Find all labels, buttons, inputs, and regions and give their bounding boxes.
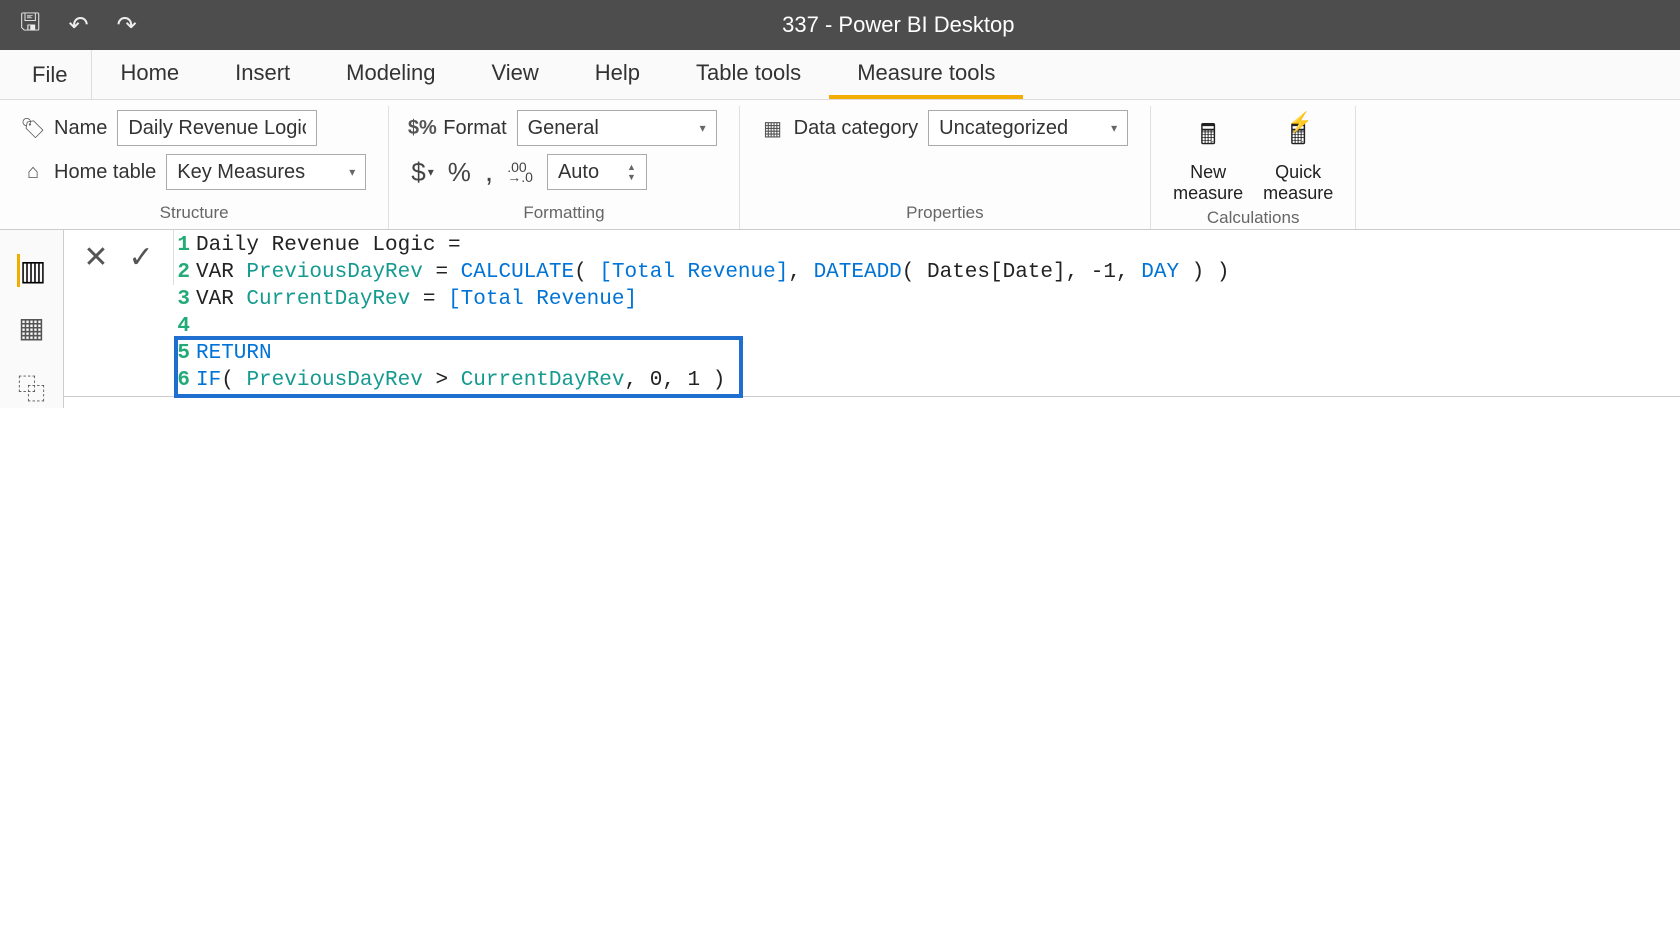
tab-modeling[interactable]: Modeling <box>318 50 463 99</box>
file-tab[interactable]: File <box>8 50 92 99</box>
new-measure-label: New measure <box>1173 162 1243 204</box>
home-table-value: Key Measures <box>177 161 305 184</box>
quick-measure-label: Quick measure <box>1263 162 1333 204</box>
data-category-label: Data category <box>794 117 919 140</box>
group-title-structure: Structure <box>22 199 366 229</box>
data-category-value: Uncategorized <box>939 117 1068 140</box>
group-properties: ▦ Data category Uncategorized ▾ Properti… <box>740 106 1152 229</box>
ribbon-tab-strip: File Home Insert Modeling View Help Tabl… <box>0 50 1680 100</box>
decimals-select[interactable]: Auto ▲ ▼ <box>547 154 647 190</box>
group-title-formatting: Formatting <box>411 199 716 229</box>
currency-button[interactable]: $▾ <box>411 157 434 188</box>
redo-icon[interactable]: ↷ <box>117 11 137 40</box>
caret-up-icon: ▲ <box>627 162 636 172</box>
model-view-icon[interactable]: ⿻ <box>17 368 45 408</box>
chevron-down-icon: ▾ <box>1111 121 1117 135</box>
tab-home[interactable]: Home <box>92 50 207 99</box>
decimals-value: Auto <box>558 161 599 184</box>
calculator-icon: 🖩 <box>1200 114 1217 162</box>
tab-help[interactable]: Help <box>567 50 668 99</box>
home-table-select[interactable]: Key Measures ▾ <box>166 154 366 190</box>
view-rail: ▥ ▦ ⿻ <box>0 230 64 408</box>
home-icon: ⌂ <box>22 161 44 183</box>
data-view-icon[interactable]: ▦ <box>18 311 44 344</box>
commit-icon[interactable]: ✓ <box>129 240 154 275</box>
format-icon: $% <box>411 117 433 139</box>
format-select[interactable]: General ▾ <box>517 110 717 146</box>
group-formatting: $% Format General ▾ $▾ % , .00→.0 Auto ▲ <box>389 106 739 229</box>
group-title-properties: Properties <box>762 199 1129 229</box>
ribbon: 🏷 Name ⌂ Home table Key Measures ▾ Struc… <box>0 100 1680 230</box>
chevron-down-icon: ▾ <box>700 121 706 135</box>
report-canvas: Us 11/10/2017 21/03/2018 State AlabamaAr… <box>64 397 1680 408</box>
window-title: 337 - Power BI Desktop <box>137 12 1660 38</box>
format-label: Format <box>443 117 506 140</box>
tab-insert[interactable]: Insert <box>207 50 318 99</box>
percent-button[interactable]: % <box>448 157 471 188</box>
caret-down-icon: ▼ <box>627 172 636 182</box>
save-icon[interactable]: 🖫 <box>20 5 40 46</box>
chevron-down-icon: ▾ <box>349 165 355 179</box>
quick-measure-button[interactable]: 🖩⚡ Quick measure <box>1263 110 1333 204</box>
calculator-lightning-icon: 🖩⚡ <box>1290 114 1307 162</box>
new-measure-button[interactable]: 🖩 New measure <box>1173 110 1243 204</box>
thousands-button[interactable]: , <box>485 155 493 189</box>
cancel-icon[interactable]: ✕ <box>83 240 108 275</box>
group-calculations: 🖩 New measure 🖩⚡ Quick measure Calculati… <box>1151 106 1356 229</box>
report-view-icon[interactable]: ▥ <box>17 254 46 287</box>
name-label: Name <box>54 117 107 140</box>
tag-icon: 🏷 <box>22 117 44 139</box>
group-structure: 🏷 Name ⌂ Home table Key Measures ▾ Struc… <box>0 106 389 229</box>
decimal-buttons[interactable]: .00→.0 <box>507 162 533 182</box>
tab-measure-tools[interactable]: Measure tools <box>829 50 1023 99</box>
tab-view[interactable]: View <box>463 50 566 99</box>
undo-icon[interactable]: ↶ <box>68 11 88 40</box>
category-icon: ▦ <box>762 117 784 139</box>
hometable-label: Home table <box>54 161 156 184</box>
title-bar: 🖫 ↶ ↷ 337 - Power BI Desktop <box>0 0 1680 50</box>
format-value: General <box>528 117 599 140</box>
data-category-select[interactable]: Uncategorized ▾ <box>928 110 1128 146</box>
tab-table-tools[interactable]: Table tools <box>668 50 829 99</box>
formula-bar: ✕ ✓ 1Daily Revenue Logic =2VAR PreviousD… <box>64 230 1680 397</box>
dax-editor[interactable]: 1Daily Revenue Logic =2VAR PreviousDayRe… <box>174 230 1680 396</box>
measure-name-input[interactable] <box>117 110 317 146</box>
